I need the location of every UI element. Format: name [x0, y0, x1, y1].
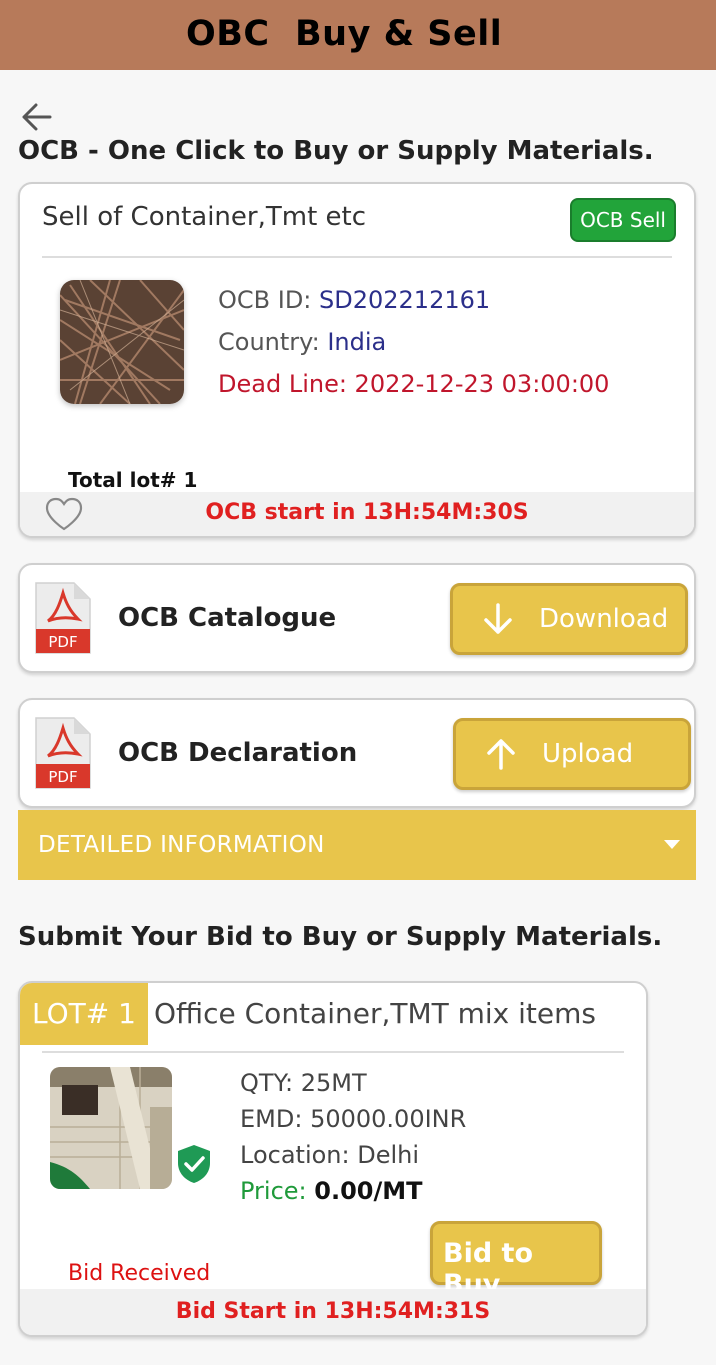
lot-card[interactable]: LOT# 1 Office Container,TMT mix items QT…: [18, 981, 648, 1337]
declaration-label: OCB Declaration: [118, 738, 358, 768]
country-value: India: [327, 328, 387, 356]
catalogue-label: OCB Catalogue: [118, 603, 337, 633]
bid-section-title: Submit Your Bid to Buy or Supply Materia…: [18, 922, 663, 952]
download-button[interactable]: Download: [450, 583, 688, 655]
location-row: Location: Delhi: [240, 1141, 419, 1169]
price-value: 0.00/MT: [314, 1177, 423, 1205]
bid-countdown: Bid Start in 13H:54M:31S: [175, 1299, 491, 1324]
total-lot: Total lot# 1: [68, 468, 198, 492]
app-header: OBC Buy & Sell: [0, 0, 716, 70]
emd-label: EMD:: [240, 1105, 311, 1133]
lot-tag: LOT# 1: [20, 983, 148, 1045]
ocb-id-row: OCB ID: SD202212161: [218, 286, 490, 314]
deadline-row: Dead Line: 2022-12-23 03:00:00: [218, 370, 609, 398]
deadline-value: 2022-12-23 03:00:00: [354, 370, 610, 398]
lot-number: LOT# 1: [32, 997, 136, 1030]
price-label: Price:: [240, 1177, 315, 1205]
bid-status: Bid Received: [68, 1261, 211, 1286]
verified-shield-icon: [178, 1145, 210, 1183]
lot-title: Office Container,TMT mix items: [154, 997, 596, 1030]
detailed-information-toggle[interactable]: DETAILED INFORMATION: [18, 810, 696, 880]
emd-row: EMD: 50000.00INR: [240, 1105, 466, 1133]
ocb-countdown: OCB start in 13H:54M:30S: [205, 500, 529, 525]
qty-value: 25MT: [300, 1069, 367, 1097]
download-arrow-icon: [484, 603, 512, 634]
download-label: Download: [539, 604, 669, 634]
ocb-card-title: Sell of Container,Tmt etc: [42, 202, 367, 232]
detailed-information-label: DETAILED INFORMATION: [38, 832, 325, 858]
pdf-file-icon: PDF: [35, 717, 91, 789]
upload-button[interactable]: Upload: [453, 718, 691, 790]
location-value: Delhi: [357, 1141, 420, 1169]
bid-to-buy-button[interactable]: Bid to Buy: [430, 1221, 602, 1300]
ocb-id-value: SD202212161: [319, 286, 491, 314]
back-arrow-icon[interactable]: [18, 98, 56, 136]
ocb-card-footer: OCB start in 13H:54M:30S: [20, 492, 694, 536]
caret-down-icon: [664, 840, 680, 849]
qty-label: QTY:: [240, 1069, 301, 1097]
deadline-label: Dead Line:: [218, 370, 355, 398]
ocb-sell-badge: OCB Sell: [570, 198, 676, 242]
lot-image: [50, 1067, 172, 1189]
upload-arrow-icon: [487, 739, 515, 770]
location-label: Location:: [240, 1141, 358, 1169]
app-title: OBC Buy & Sell: [186, 14, 503, 54]
page-title: OCB - One Click to Buy or Supply Materia…: [18, 136, 654, 166]
price-row: Price: 0.00/MT: [240, 1177, 423, 1205]
catalogue-card: PDF OCB Catalogue Download: [18, 563, 696, 673]
divider: [42, 1051, 624, 1053]
pdf-file-icon: PDF: [35, 582, 91, 654]
declaration-card: PDF OCB Declaration Upload: [18, 698, 696, 808]
upload-label: Upload: [542, 739, 634, 769]
emd-value: 50000.00INR: [310, 1105, 467, 1133]
ocb-id-label: OCB ID:: [218, 286, 320, 314]
lot-card-footer: Bid Start in 13H:54M:31S: [20, 1289, 646, 1335]
pdf-label: PDF: [48, 768, 77, 786]
country-row: Country: India: [218, 328, 386, 356]
country-label: Country:: [218, 328, 328, 356]
pdf-label: PDF: [48, 633, 77, 651]
product-image: [60, 280, 184, 404]
divider: [42, 256, 672, 258]
ocb-card[interactable]: Sell of Container,Tmt etc OCB Sell OCB I…: [18, 182, 696, 538]
qty-row: QTY: 25MT: [240, 1069, 367, 1097]
